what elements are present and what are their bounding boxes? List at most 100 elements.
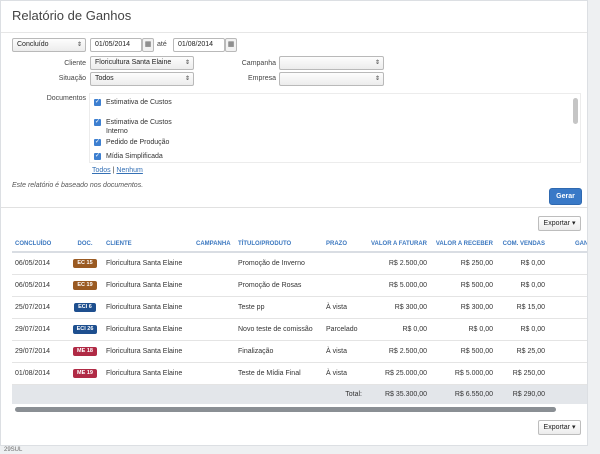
total-empty-cell xyxy=(103,384,193,404)
cell-ganho: R$ 2 xyxy=(548,252,587,275)
col-header[interactable]: VALOR A FATURAR xyxy=(365,236,430,253)
table-row[interactable]: 25/07/2014 ECI 6 Floricultura Santa Elaine… xyxy=(12,296,587,319)
total-empty-cell xyxy=(67,384,103,404)
status-select[interactable]: Concluído ⇕ xyxy=(12,38,86,52)
date-from-input[interactable]: 01/05/2014 xyxy=(90,38,142,52)
cliente-select[interactable]: Floricultura Santa Elaine ⇕ xyxy=(90,56,194,70)
cell-receber: R$ 500,00 xyxy=(430,274,496,297)
checkbox-checked-icon[interactable]: ✓ xyxy=(94,99,101,106)
caret-down-icon: ▾ xyxy=(571,424,576,431)
doc-badge[interactable]: EC 19 xyxy=(73,280,97,290)
col-header[interactable]: PRAZO xyxy=(323,236,365,253)
doc-badge[interactable]: ME 19 xyxy=(73,368,97,378)
link-separator: | xyxy=(112,167,115,174)
cliente-select-value: Floricultura Santa Elaine xyxy=(95,59,172,66)
col-header[interactable]: DOC. xyxy=(67,236,103,253)
cell-com: R$ 25,00 xyxy=(496,340,548,363)
cell-title: Teste de Mídia Final xyxy=(235,362,323,385)
cell-ganho: R$ 5 xyxy=(548,274,587,297)
col-header[interactable]: CAMPANHA xyxy=(193,236,235,253)
documents-scrollbar[interactable] xyxy=(573,98,578,124)
total-empty-cell xyxy=(235,384,323,404)
cell-ganho: R$ 4.7 xyxy=(548,362,587,385)
cell-faturar: R$ 300,00 xyxy=(365,296,430,319)
empresa-label: Empresa xyxy=(247,75,276,82)
table-row[interactable]: 29/07/2014 ECI 26 Floricultura Santa Elain… xyxy=(12,318,587,341)
col-header[interactable]: CLIENTE xyxy=(103,236,193,253)
doc-badge[interactable]: ECI 6 xyxy=(74,302,96,312)
cell-client: Floricultura Santa Elaine xyxy=(103,274,193,297)
col-header[interactable]: VALOR A RECEBER xyxy=(430,236,496,253)
doc-badge[interactable]: ECI 26 xyxy=(72,324,98,334)
calendar-icon[interactable]: ▦ xyxy=(142,38,154,52)
table-row[interactable]: 06/05/2014 EC 15 Floricultura Santa Elaine… xyxy=(12,252,587,275)
cell-ganho: R$ xyxy=(548,318,587,341)
cell-campaign xyxy=(193,318,235,341)
export-button-top[interactable]: Exportar ▾ xyxy=(538,216,581,231)
doc-badge[interactable]: EC 15 xyxy=(73,258,97,268)
document-label: Estimativa de Custos Interno xyxy=(106,119,172,135)
document-item[interactable]: ✓ Estimativa de Custos xyxy=(94,98,174,107)
empresa-select[interactable]: ⇕ xyxy=(279,72,384,86)
cell-term: À vista xyxy=(323,340,365,363)
select-none-link[interactable]: Nenhum xyxy=(116,167,142,174)
cell-campaign xyxy=(193,252,235,275)
cell-date: 29/07/2014 xyxy=(12,318,67,341)
export-label: Exportar xyxy=(543,220,570,227)
total-value: R$ 290,00 xyxy=(496,384,548,404)
cell-date: 29/07/2014 xyxy=(12,340,67,363)
document-item[interactable]: ✓ Estimativa de Custos Interno xyxy=(94,118,174,136)
checkbox-checked-icon[interactable]: ✓ xyxy=(94,153,101,160)
filter-panel: Concluído ⇕ 01/05/2014 ▦ até 01/08/2014 ▦… xyxy=(1,33,587,208)
cell-receber: R$ 0,00 xyxy=(430,318,496,341)
checkbox-checked-icon[interactable]: ✓ xyxy=(94,119,101,126)
report-note: Este relatório é baseado nos documentos. xyxy=(12,182,144,189)
cell-date: 06/05/2014 xyxy=(12,274,67,297)
document-item[interactable]: ✓ Pedido de Produção xyxy=(94,138,204,147)
header: Relatório de Ganhos xyxy=(1,1,587,33)
table-row[interactable]: 01/08/2014 ME 19 Floricultura Santa Elaine… xyxy=(12,362,587,385)
doc-badge[interactable]: ME 18 xyxy=(73,346,97,356)
cell-com: R$ 250,00 xyxy=(496,362,548,385)
situacao-select-value: Todos xyxy=(95,75,114,82)
col-header[interactable]: CONCLUÍDO xyxy=(12,236,67,253)
table-row[interactable]: 29/07/2014 ME 18 Floricultura Santa Elaine… xyxy=(12,340,587,363)
select-all-link[interactable]: Todos xyxy=(92,167,111,174)
cell-client: Floricultura Santa Elaine xyxy=(103,340,193,363)
cell-term: Parcelado xyxy=(323,318,365,341)
calendar-icon[interactable]: ▦ xyxy=(225,38,237,52)
cell-faturar: R$ 5.000,00 xyxy=(365,274,430,297)
date-to-input[interactable]: 01/08/2014 xyxy=(173,38,225,52)
cell-title: Novo teste de comissão xyxy=(235,318,323,341)
generate-button[interactable]: Gerar xyxy=(549,188,582,205)
table-header-row: CONCLUÍDO DOC. CLIENTE CAMPANHA TÍTULO/P… xyxy=(12,236,587,253)
caret-down-icon: ▾ xyxy=(571,220,576,227)
export-button-bottom[interactable]: Exportar ▾ xyxy=(538,420,581,435)
col-header[interactable]: COM. VENDAS xyxy=(496,236,548,253)
cell-campaign xyxy=(193,340,235,363)
col-header[interactable]: GANHO LÍQ xyxy=(548,236,587,253)
total-empty-cell xyxy=(193,384,235,404)
cell-campaign xyxy=(193,296,235,319)
cell-ganho: R$ 2 xyxy=(548,296,587,319)
cell-receber: R$ 5.000,00 xyxy=(430,362,496,385)
total-value: R$ 6.2 xyxy=(548,384,587,404)
select-arrows-icon: ⇕ xyxy=(76,42,82,48)
doc-cell: EC 15 xyxy=(67,252,103,275)
cell-faturar: R$ 25.000,00 xyxy=(365,362,430,385)
situacao-select[interactable]: Todos ⇕ xyxy=(90,72,194,86)
document-label: Estimativa de Custos xyxy=(106,99,172,106)
checkbox-checked-icon[interactable]: ✓ xyxy=(94,139,101,146)
cell-faturar: R$ 2.500,00 xyxy=(365,252,430,275)
documents-list[interactable]: ✓ Estimativa de Custos ✓ Estimativa de C… xyxy=(89,93,581,163)
document-item[interactable]: ✓ Mídia Simplificada xyxy=(94,152,204,161)
campanha-select[interactable]: ⇕ xyxy=(279,56,384,70)
document-label: Mídia Simplificada xyxy=(106,153,163,160)
table-horizontal-scrollbar[interactable] xyxy=(15,407,556,412)
cell-campaign xyxy=(193,274,235,297)
total-empty-cell xyxy=(12,384,67,404)
table-row[interactable]: 06/05/2014 EC 19 Floricultura Santa Elaine… xyxy=(12,274,587,297)
cell-term xyxy=(323,274,365,297)
col-header[interactable]: TÍTULO/PRODUTO xyxy=(235,236,323,253)
cell-com: R$ 0,00 xyxy=(496,252,548,275)
